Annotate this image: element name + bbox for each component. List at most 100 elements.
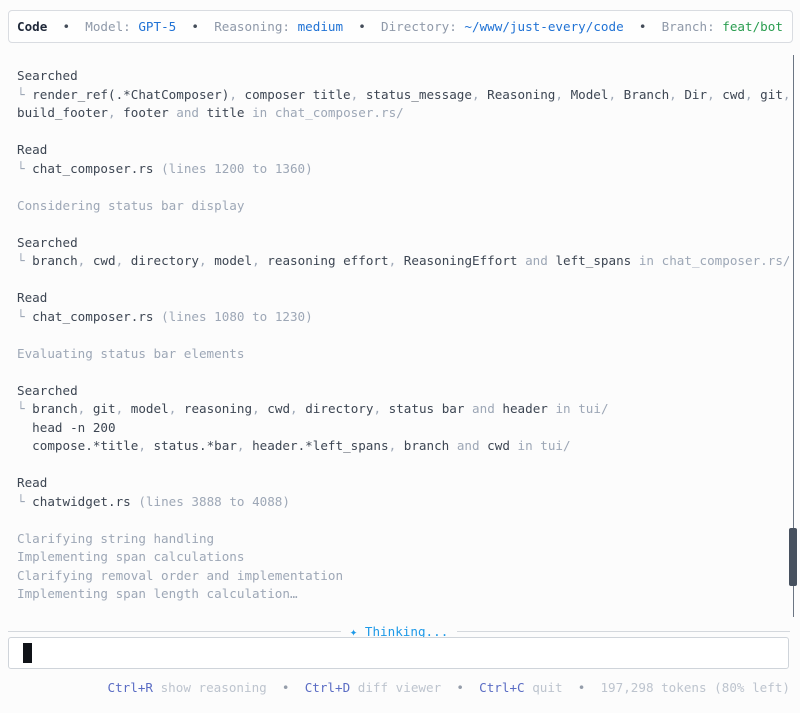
text-segment: status bar bbox=[388, 401, 465, 416]
text-segment: Implementing span calculations bbox=[17, 549, 245, 564]
text-segment: reasoning bbox=[183, 401, 253, 416]
text-segment: Branch bbox=[623, 86, 670, 102]
text-segment: Reasoning: bbox=[214, 19, 298, 34]
text-segment: header.*left_spans bbox=[252, 438, 389, 453]
text-segment: , bbox=[608, 86, 624, 102]
text-segment: footer bbox=[123, 105, 169, 120]
text-segment: , bbox=[707, 86, 723, 102]
text-segment: , bbox=[471, 86, 488, 102]
text-segment: (lines 3888 to 4088) bbox=[130, 493, 290, 509]
history-line: Searched bbox=[17, 382, 789, 401]
text-segment: left_spans bbox=[555, 253, 632, 268]
text-segment: Ctrl+D bbox=[304, 680, 351, 695]
text-segment: chat_composer.rs/ bbox=[274, 105, 404, 120]
text-segment: cwd bbox=[92, 253, 116, 268]
text-segment: , bbox=[252, 401, 268, 416]
text-segment: , bbox=[199, 253, 215, 268]
text-segment: branch bbox=[403, 438, 450, 453]
history-line: Considering status bar display bbox=[17, 197, 789, 216]
history-line: └ chat_composer.rs (lines 1200 to 1360) bbox=[17, 160, 789, 179]
status-bar: Code • Model: GPT-5 • Reasoning: medium … bbox=[8, 10, 793, 43]
text-segment: , bbox=[115, 401, 131, 416]
text-segment: Clarifying string handling bbox=[17, 530, 215, 546]
text-segment: , bbox=[373, 401, 389, 416]
history-blank-line bbox=[17, 456, 789, 475]
text-segment: chatwidget.rs bbox=[32, 493, 131, 509]
text-segment: Searched bbox=[17, 234, 78, 250]
history-blank-line bbox=[17, 326, 789, 345]
text-segment: in bbox=[244, 105, 275, 120]
text-segment: Model: bbox=[85, 19, 139, 34]
text-segment: chat_composer.rs/ bbox=[661, 253, 789, 268]
text-segment: status_message bbox=[365, 86, 472, 102]
text-segment: Considering status bar display bbox=[17, 197, 245, 213]
text-segment: in bbox=[631, 253, 662, 268]
text-segment: , bbox=[229, 86, 245, 102]
history-line: └ branch, git, model, reasoning, cwd, di… bbox=[17, 400, 789, 419]
text-segment: Read bbox=[17, 142, 48, 157]
text-segment: Implementing span length calculation… bbox=[17, 586, 298, 601]
text-segment: Clarifying removal order and implementat… bbox=[17, 567, 344, 583]
text-segment: └ bbox=[17, 86, 33, 102]
history-line: Read bbox=[17, 289, 789, 308]
text-segment: tui/ bbox=[578, 401, 609, 416]
text-segment: └ bbox=[17, 253, 33, 268]
text-segment: composer title bbox=[244, 86, 351, 102]
text-segment: , bbox=[138, 438, 154, 453]
text-segment: • bbox=[281, 680, 290, 695]
text-segment: , bbox=[77, 401, 93, 416]
text-segment: status.*bar bbox=[153, 438, 237, 453]
text-segment: diff viewer bbox=[350, 680, 457, 695]
text-segment: Reasoning bbox=[487, 86, 556, 102]
text-segment: and bbox=[517, 253, 556, 268]
text-cursor bbox=[23, 643, 32, 663]
text-segment: branch bbox=[32, 253, 78, 268]
text-segment: , bbox=[115, 253, 131, 268]
text-segment: Code bbox=[17, 19, 48, 34]
history-line: Searched bbox=[17, 234, 789, 253]
text-segment: and bbox=[449, 438, 488, 453]
text-segment: Ctrl+R bbox=[107, 680, 154, 695]
terminal-app: Code • Model: GPT-5 • Reasoning: medium … bbox=[0, 0, 800, 713]
text-segment: • bbox=[176, 19, 215, 34]
text-segment: head -n 200 bbox=[17, 419, 116, 435]
history-line: Clarifying removal order and implementat… bbox=[17, 567, 789, 586]
text-segment: 197,298 tokens (80% left) bbox=[585, 680, 790, 695]
text-segment: in bbox=[509, 438, 541, 453]
text-segment: , bbox=[290, 401, 306, 416]
text-segment: show reasoning bbox=[153, 680, 282, 695]
text-segment: , bbox=[388, 253, 404, 268]
text-segment: cwd bbox=[487, 438, 510, 453]
text-segment: • bbox=[343, 19, 382, 34]
text-segment: , bbox=[388, 438, 404, 453]
history-line: Clarifying string handling bbox=[17, 530, 789, 549]
text-segment: , bbox=[252, 253, 268, 268]
message-input[interactable] bbox=[8, 637, 789, 669]
history-line: Evaluating status bar elements bbox=[17, 345, 789, 364]
text-segment: (lines 1200 to 1360) bbox=[153, 160, 313, 176]
history-line: Implementing span length calculation… bbox=[17, 585, 789, 604]
text-segment: (lines 1080 to 1230) bbox=[153, 308, 313, 324]
text-segment: Directory: bbox=[381, 19, 465, 34]
history-blank-line bbox=[17, 123, 789, 142]
text-segment: • bbox=[456, 680, 464, 695]
history-blank-line bbox=[17, 178, 789, 197]
text-segment: medium bbox=[297, 19, 344, 34]
history-line: └ render_ref(.*ChatComposer), composer t… bbox=[17, 86, 789, 105]
text-segment: • bbox=[47, 19, 86, 34]
text-segment: and bbox=[168, 105, 207, 120]
text-segment: Dir bbox=[684, 86, 708, 102]
text-segment: , bbox=[783, 87, 789, 102]
text-segment: ReasoningEffort bbox=[403, 253, 518, 268]
text-segment: and bbox=[464, 401, 503, 416]
text-segment: GPT-5 bbox=[138, 19, 177, 34]
text-segment: └ bbox=[17, 160, 33, 176]
text-segment: ~/www/just-every/code bbox=[464, 19, 624, 34]
history-line: └ chat_composer.rs (lines 1080 to 1230) bbox=[17, 308, 789, 327]
history-blank-line bbox=[17, 271, 789, 290]
scrollbar-thumb[interactable] bbox=[789, 528, 797, 586]
footer-shortcuts: Ctrl+R show reasoning • Ctrl+D diff view… bbox=[108, 679, 790, 697]
history-line: Implementing span calculations bbox=[17, 548, 789, 567]
text-segment: Branch: bbox=[661, 19, 723, 34]
history-line: Read bbox=[17, 474, 789, 493]
